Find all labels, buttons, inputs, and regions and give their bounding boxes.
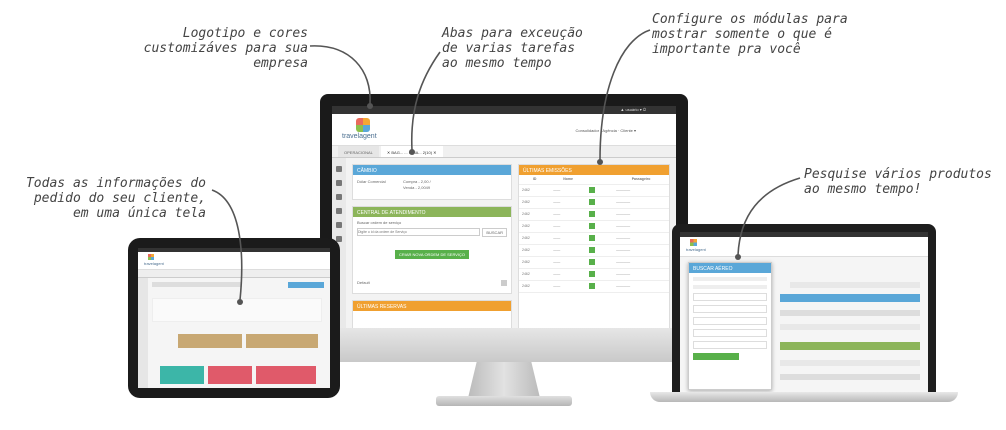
callout-logo: Logotipo e cores customizáves para sua e… (143, 26, 308, 71)
laptop-device: travelagent BUSCAR AÉREO (672, 224, 936, 392)
panel-emissoes: ÚLTIMAS EMISSÕES ID Nome Passageiro 2462 ——… (518, 164, 670, 328)
search-popup: BUSCAR AÉREO (688, 262, 772, 390)
table-row: 2462 —— ———— (519, 280, 669, 293)
brand-logo[interactable]: travelagent (342, 118, 386, 142)
user-menu[interactable]: ▲ usuário ▾ ⏻ (620, 107, 646, 112)
callout-tabs: Abas para exceução de varias tarefas ao … (442, 26, 583, 71)
tab-operacional[interactable]: OPERACIONAL (338, 146, 379, 157)
check-icon (588, 270, 595, 277)
desktop-screen: ▲ usuário ▾ ⏻ travelagent Consolidador ·… (332, 106, 676, 328)
check-icon (588, 258, 595, 265)
cambio-compra: Compra - 2,00 / (403, 179, 431, 184)
callout-search: Pesquise vários produtos ao mesmo tempo! (804, 167, 992, 197)
cambio-venda: Venda - 2,0049 (403, 185, 431, 190)
cambio-label: Dólar Comercial (357, 179, 386, 184)
order-search-input[interactable] (357, 228, 481, 236)
product-tile[interactable] (208, 366, 252, 384)
monitor-stand (468, 362, 540, 398)
search-flights-button[interactable] (693, 353, 739, 360)
building-icon[interactable] (336, 194, 342, 200)
table-row: 2462 —— ———— (519, 256, 669, 269)
order-tile[interactable] (246, 334, 318, 348)
desktop-monitor: ▲ usuário ▾ ⏻ travelagent Consolidador ·… (320, 94, 688, 362)
laptop-screen: travelagent BUSCAR AÉREO (680, 232, 928, 392)
panel-title: CENTRAL DE ATENDIMENTO (353, 207, 511, 217)
check-icon (588, 186, 595, 193)
table-row: 2462 —— ———— (519, 196, 669, 209)
search-button[interactable]: BUSCAR (482, 228, 507, 237)
monitor-chin (320, 328, 688, 362)
tablet-screen: travelagent (138, 248, 330, 388)
table-row: 2462 —— ———— (519, 220, 669, 233)
logo-icon (690, 239, 697, 246)
header-info: Consolidador · Agência · Cliente ▾ (575, 128, 636, 133)
tablet-device: travelagent (128, 238, 340, 398)
check-icon (588, 282, 595, 289)
table-row: 2462 —— ———— (519, 244, 669, 257)
product-tile[interactable] (160, 366, 204, 384)
order-tile[interactable] (178, 334, 242, 348)
logo-icon (148, 254, 154, 260)
table-row: 2462 —— ———— (519, 268, 669, 281)
emissoes-table: ID Nome Passageiro 2462 —— ———— 2462 —— ———— 2… (519, 175, 669, 293)
logo-text: travelagent (144, 261, 164, 266)
laptop-base (650, 392, 958, 402)
panel-title: ÚLTIMAS EMISSÕES (519, 165, 669, 175)
tab-bar: OPERACIONAL ✕ BAG... ... CRIA... 2(10) ✕ (332, 146, 676, 158)
callout-modules: Configure os módulas para mostrar soment… (652, 12, 848, 57)
callout-order-info: Todas as informações do pedido do seu cl… (25, 176, 206, 221)
logo-icon (356, 118, 370, 132)
panel-title: CÂMBIO (353, 165, 511, 175)
check-icon (588, 198, 595, 205)
top-bar: ▲ usuário ▾ ⏻ (332, 106, 676, 114)
panel-atendimento: CENTRAL DE ATENDIMENTO Buscar ordem de s… (352, 206, 512, 294)
panel-title: ÚLTIMAS RESERVAS (353, 301, 511, 311)
table-row: 2462 —— ———— (519, 184, 669, 197)
logo-text: travelagent (342, 133, 377, 140)
app-header: travelagent Consolidador · Agência · Cli… (332, 114, 676, 146)
table-row: 2462 —— ———— (519, 208, 669, 221)
new-order-button[interactable]: CRIAR NOVA ORDEM DE SERVIÇO (394, 250, 470, 259)
logo-text: travelagent (686, 247, 706, 252)
search-label: Buscar ordem de serviço (357, 220, 402, 225)
panel-reservas: ÚLTIMAS RESERVAS (352, 300, 512, 328)
check-icon (588, 234, 595, 241)
tab-active[interactable]: ✕ BAG... ... CRIA... 2(10) ✕ (380, 146, 443, 157)
product-tile[interactable] (256, 366, 316, 384)
popup-title: BUSCAR AÉREO (689, 263, 771, 273)
panel-cambio: CÂMBIO Dólar Comercial Compra - 2,00 / V… (352, 164, 512, 200)
home-icon[interactable] (336, 166, 342, 172)
expand-icon[interactable] (501, 280, 507, 286)
check-icon (588, 222, 595, 229)
check-icon (588, 210, 595, 217)
plane-icon[interactable] (336, 180, 342, 186)
car-icon[interactable] (336, 208, 342, 214)
check-icon (588, 246, 595, 253)
tag-icon[interactable] (336, 222, 342, 228)
table-row: 2462 —— ———— (519, 232, 669, 245)
monitor-base (436, 396, 572, 406)
default-label: Default (357, 280, 370, 285)
